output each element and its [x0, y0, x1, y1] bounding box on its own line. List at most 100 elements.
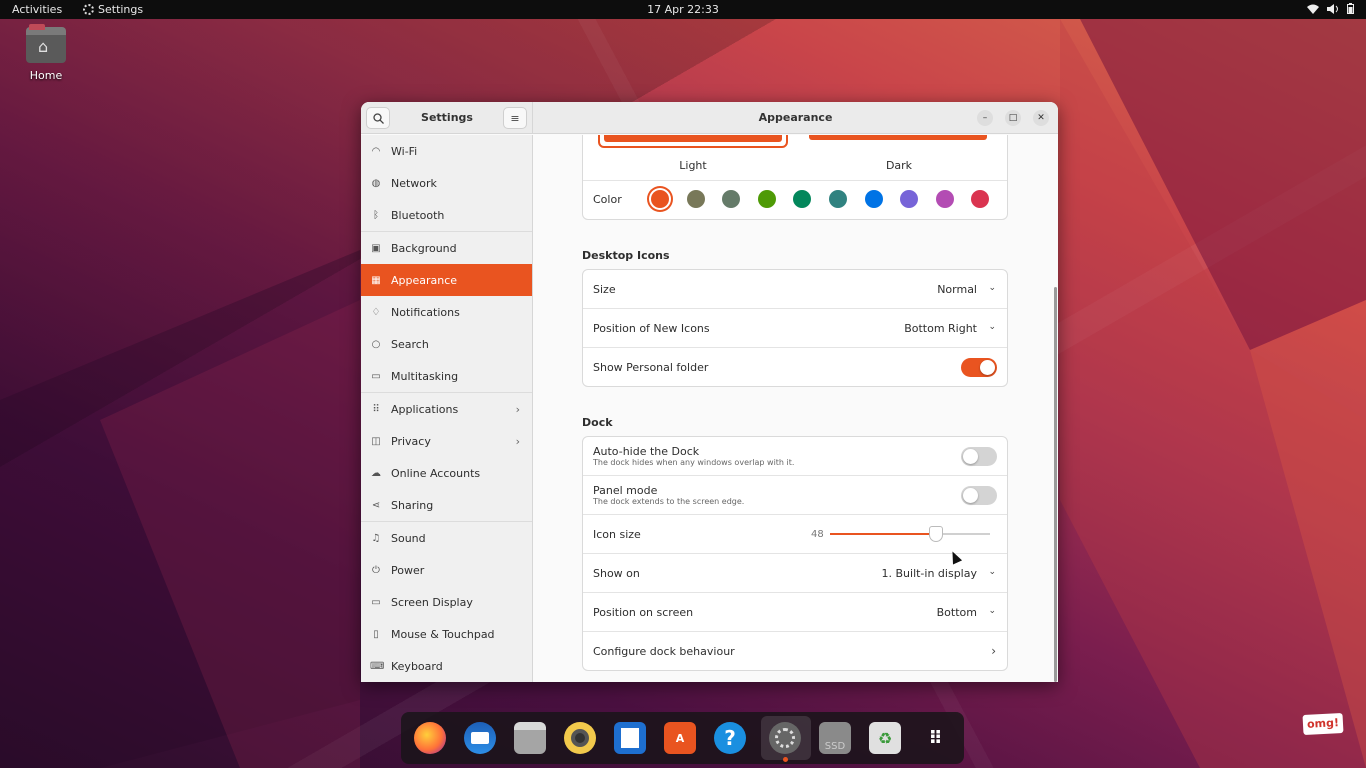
slider-handle[interactable]: [928, 526, 943, 542]
close-button[interactable]: ✕: [1033, 110, 1049, 126]
menu-button[interactable]: ≡: [503, 107, 527, 129]
sidebar-item-network[interactable]: ◍ Network: [361, 167, 532, 199]
sidebar-item-power[interactable]: ⏻ Power: [361, 554, 532, 586]
dock-position-row[interactable]: Position on screen Bottom ⌄: [583, 593, 1007, 632]
sidebar-item-label: Notifications: [391, 305, 460, 319]
icon-size-slider[interactable]: [830, 526, 990, 542]
sidebar-item-label: Mouse & Touchpad: [391, 627, 495, 641]
top-bar: Activities Settings 17 Apr 22:33: [0, 0, 1366, 19]
settings-icon[interactable]: [769, 722, 801, 754]
color-swatch[interactable]: [864, 190, 883, 208]
panel-mode-label: Panel mode: [593, 484, 658, 497]
content-scrollbar[interactable]: [1054, 287, 1057, 682]
home-icon: ⌂: [38, 37, 49, 56]
color-swatch[interactable]: [686, 190, 705, 208]
new-icons-position-row[interactable]: Position of New Icons Bottom Right ⌄: [583, 309, 1007, 348]
clock[interactable]: 17 Apr 22:33: [0, 3, 1366, 16]
monitor-icon: ▭: [371, 596, 381, 608]
dark-style-preview[interactable]: [809, 135, 989, 146]
dock-icon-size-row: Icon size 48: [583, 515, 1007, 554]
slider-fill: [830, 533, 936, 535]
panel-mode-toggle[interactable]: [961, 486, 997, 505]
sidebar-item-screen-display[interactable]: ▭ Screen Display: [361, 586, 532, 618]
color-swatch[interactable]: [935, 190, 954, 208]
show-on-label: Show on: [593, 567, 640, 580]
sidebar-item-notifications[interactable]: ♢ Notifications: [361, 296, 532, 328]
icon-size-label: Icon size: [593, 528, 641, 541]
color-swatch[interactable]: [971, 190, 990, 208]
desktop-home-folder[interactable]: ⌂ Home: [20, 24, 72, 82]
sidebar-item-applications[interactable]: ⠿ Applications ›: [361, 393, 532, 425]
sidebar-item-appearance[interactable]: ▦ Appearance: [361, 264, 532, 296]
settings-window: Settings ≡ Appearance – □ ✕ ◠ Wi-Fi ◍ Netw…: [361, 102, 1058, 682]
main-header: Appearance – □ ✕: [533, 102, 1058, 134]
personal-folder-toggle[interactable]: [961, 358, 997, 377]
sidebar-item-keyboard[interactable]: ⌨ Keyboard: [361, 650, 532, 682]
files-icon[interactable]: [514, 722, 546, 754]
color-swatch[interactable]: [829, 190, 847, 208]
sidebar-item-multitasking[interactable]: ▭ Multitasking: [361, 360, 532, 392]
omg-watermark: omg!: [1302, 712, 1344, 736]
sidebar-item-label: Wi-Fi: [391, 144, 418, 158]
sidebar-item-search[interactable]: ○ Search: [361, 328, 532, 360]
sidebar-item-online-accounts[interactable]: ☁ Online Accounts: [361, 457, 532, 489]
minimize-button[interactable]: –: [977, 110, 993, 126]
sidebar-item-label: Sharing: [391, 498, 434, 512]
configure-dock-row[interactable]: Configure dock behaviour ›: [583, 632, 1007, 671]
drive-icon[interactable]: SSD: [819, 722, 851, 754]
sidebar-item-privacy[interactable]: ◫ Privacy ›: [361, 425, 532, 457]
sidebar-item-label: Keyboard: [391, 659, 443, 673]
minimize-icon: –: [982, 113, 988, 123]
home-label: Home: [29, 69, 63, 82]
dock-heading: Dock: [582, 416, 613, 429]
power-icon: ⏻: [372, 564, 380, 576]
color-swatch[interactable]: [757, 190, 776, 208]
color-swatch[interactable]: [722, 190, 741, 208]
size-value: Normal: [937, 283, 977, 296]
chevron-down-icon: ⌄: [988, 567, 996, 577]
sidebar-item-label: Online Accounts: [391, 466, 481, 480]
system-tray[interactable]: [1307, 3, 1354, 14]
sidebar-item-sound[interactable]: ♫ Sound: [361, 522, 532, 554]
show-on-row[interactable]: Show on 1. Built-in display ⌄: [583, 554, 1007, 593]
configure-dock-label: Configure dock behaviour: [593, 645, 735, 658]
color-swatch[interactable]: [651, 190, 669, 208]
volume-icon: [1327, 3, 1338, 14]
writer-icon[interactable]: [614, 722, 646, 754]
sidebar-item-sharing[interactable]: ⋖ Sharing: [361, 489, 532, 521]
trash-icon[interactable]: ♻: [869, 722, 901, 754]
image-icon: ▣: [371, 242, 381, 254]
sidebar: ◠ Wi-Fi ◍ Network ᛒ Bluetooth ▣ Background ▦…: [361, 135, 533, 682]
sidebar-item-mouse-touchpad[interactable]: ▯ Mouse & Touchpad: [361, 618, 532, 650]
show-apps-icon[interactable]: ⠿: [919, 722, 951, 754]
light-style-preview[interactable]: [598, 135, 788, 148]
color-swatch[interactable]: [793, 190, 812, 208]
desktop-icons-card: Size Normal ⌄ Position of New Icons Bott…: [582, 269, 1008, 387]
app-center-icon[interactable]: A: [664, 722, 696, 754]
hamburger-icon: ≡: [510, 111, 520, 125]
rhythmbox-icon[interactable]: [564, 722, 596, 754]
drive-label: SSD: [824, 740, 846, 752]
sidebar-item-bluetooth[interactable]: ᛒ Bluetooth: [361, 199, 532, 231]
thunderbird-icon[interactable]: [464, 722, 496, 754]
activities-button[interactable]: Activities: [12, 3, 62, 16]
wifi-icon: ◠: [371, 145, 381, 157]
show-on-value: 1. Built-in display: [881, 567, 978, 580]
help-icon[interactable]: ?: [714, 722, 746, 754]
icon-size-row[interactable]: Size Normal ⌄: [583, 270, 1007, 309]
appearance-icon: ▦: [371, 274, 381, 286]
sidebar-item-wifi[interactable]: ◠ Wi-Fi: [361, 135, 532, 167]
color-swatch[interactable]: [900, 190, 919, 208]
lock-icon: ◫: [371, 435, 381, 447]
sidebar-item-label: Applications: [391, 402, 459, 416]
sidebar-item-background[interactable]: ▣ Background: [361, 232, 532, 264]
dock-position-value: Bottom: [936, 606, 977, 619]
color-label: Color: [593, 193, 622, 206]
autohide-description: The dock hides when any windows overlap …: [593, 458, 795, 467]
maximize-button[interactable]: □: [1005, 110, 1021, 126]
firefox-icon[interactable]: [414, 722, 446, 754]
folder-icon: ⌂: [26, 24, 66, 63]
autohide-toggle[interactable]: [961, 447, 997, 466]
app-menu[interactable]: Settings: [83, 3, 143, 16]
personal-folder-row: Show Personal folder: [583, 348, 1007, 387]
